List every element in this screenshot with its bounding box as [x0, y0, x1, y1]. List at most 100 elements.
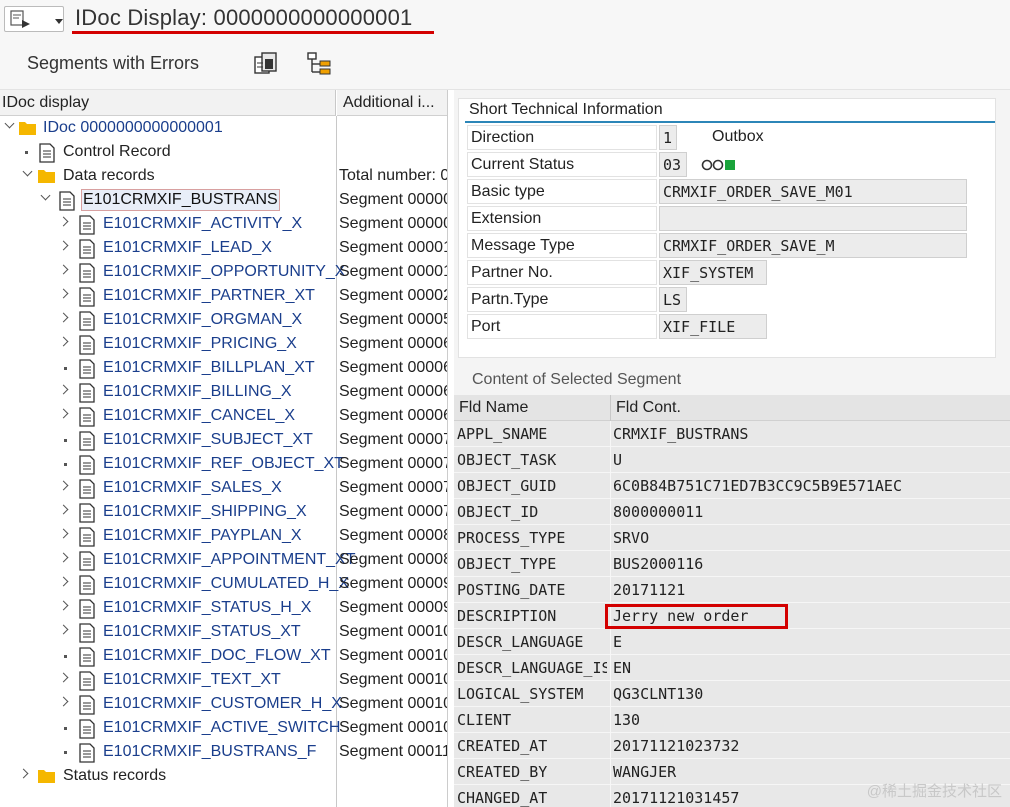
segment-info: Segment 000020: [339, 287, 447, 304]
short-info-value[interactable]: XIF_FILE: [659, 314, 767, 339]
segment-field-row[interactable]: DESCRIPTION Jerry new order: [454, 603, 1010, 629]
chevron-right-icon[interactable]: [58, 600, 69, 611]
chevron-down-icon[interactable]: [40, 190, 51, 201]
field-name: DESCR_LANGUAGE: [457, 633, 584, 651]
fld-cont-header[interactable]: Fld Cont.: [616, 395, 681, 421]
segment-label: E101CRMXIF_CANCEL_X: [103, 407, 296, 424]
tree-row-segment[interactable]: E101CRMXIF_REF_OBJECT_XTSegment 000071: [0, 452, 447, 476]
short-info-value[interactable]: 1: [659, 125, 677, 150]
chevron-right-icon[interactable]: [58, 480, 69, 491]
segment-field-row[interactable]: OBJECT_TASK U: [454, 447, 1010, 473]
short-info-value[interactable]: CRMXIF_ORDER_SAVE_M01: [659, 179, 967, 204]
segment-info: Segment 000110: [339, 743, 448, 760]
chevron-down-icon[interactable]: [4, 118, 15, 129]
chevron-right-icon[interactable]: [58, 504, 69, 515]
tree-row-segment[interactable]: E101CRMXIF_DOC_FLOW_XT Segment 000101: [0, 644, 447, 668]
tree-row-segment[interactable]: E101CRMXIF_BILLING_X Segment 000062: [0, 380, 447, 404]
segment-field-row[interactable]: POSTING_DATE 20171121: [454, 577, 1010, 603]
segment-field-row[interactable]: OBJECT_GUID 6C0B84B751C71ED7B3CC9C5B9E571…: [454, 473, 1010, 499]
chevron-right-icon[interactable]: [58, 384, 69, 395]
chevron-right-icon[interactable]: [58, 696, 69, 707]
segment-field-row[interactable]: DESCR_LANGUAGE E: [454, 629, 1010, 655]
additional-info-column-header[interactable]: Additional i...: [337, 90, 447, 116]
tree-row-segment[interactable]: E101CRMXIF_ACTIVITY_X Segment 000002: [0, 212, 447, 236]
segment-field-row[interactable]: CREATED_AT 20171121023732: [454, 733, 1010, 759]
tree-row-segment[interactable]: E101CRMXIF_CUMULATED_H_XSegment 000090: [0, 572, 447, 596]
chevron-right-icon[interactable]: [58, 408, 69, 419]
chevron-right-icon[interactable]: [58, 336, 69, 347]
chevron-right-icon[interactable]: [18, 768, 29, 779]
tree-row-segment[interactable]: E101CRMXIF_PAYPLAN_X Segment 000080: [0, 524, 447, 548]
field-value: U: [613, 451, 623, 469]
tree-row-segment[interactable]: E101CRMXIF_ACTIVE_SWITCHSegment 000104: [0, 716, 447, 740]
short-info-value[interactable]: 03: [659, 152, 687, 177]
field-name: POSTING_DATE: [457, 581, 566, 599]
segment-field-row[interactable]: OBJECT_ID 8000000011: [454, 499, 1010, 525]
tree-bustrans-label[interactable]: E101CRMXIF_BUSTRANS: [81, 189, 280, 211]
document-icon: [79, 671, 95, 691]
fld-name-header[interactable]: Fld Name: [459, 395, 528, 421]
tree-row-segment[interactable]: E101CRMXIF_BUSTRANS_F Segment 000110: [0, 740, 448, 764]
tree-column-header[interactable]: IDoc display: [0, 90, 336, 116]
tree-row-segment[interactable]: E101CRMXIF_PRICING_X Segment 000060: [0, 332, 447, 356]
tree-row-segment[interactable]: E101CRMXIF_LEAD_X Segment 000010: [0, 236, 447, 260]
document-icon: [79, 335, 95, 355]
tree-row-segment[interactable]: E101CRMXIF_STATUS_H_X Segment 000095: [0, 596, 447, 620]
tree-row-segment[interactable]: E101CRMXIF_CANCEL_X Segment 000065: [0, 404, 447, 428]
tree-row-control-record[interactable]: Control Record: [0, 140, 447, 164]
short-info-value[interactable]: LS: [659, 287, 687, 312]
technical-info-icon[interactable]: [253, 51, 281, 77]
chevron-right-icon[interactable]: [58, 240, 69, 251]
tree-row-segment[interactable]: E101CRMXIF_SHIPPING_X Segment 000075: [0, 500, 447, 524]
segment-info: Segment 000100: [339, 623, 447, 640]
chevron-right-icon[interactable]: [58, 264, 69, 275]
tree-row-root[interactable]: IDoc 0000000000000001: [0, 116, 447, 140]
segment-field-row[interactable]: CLIENT 130: [454, 707, 1010, 733]
menu-button[interactable]: [4, 6, 64, 32]
chevron-right-icon[interactable]: [58, 312, 69, 323]
segment-field-row[interactable]: APPL_SNAME CRMXIF_BUSTRANS: [454, 421, 1010, 447]
chevron-right-icon[interactable]: [58, 624, 69, 635]
short-info-value[interactable]: CRMXIF_ORDER_SAVE_M: [659, 233, 967, 258]
short-info-value[interactable]: [659, 206, 967, 231]
tree-row-segment[interactable]: E101CRMXIF_BILLPLAN_XT Segment 000061: [0, 356, 447, 380]
segments-with-errors-button[interactable]: Segments with Errors: [27, 53, 199, 74]
short-info-label: Port: [467, 314, 657, 339]
document-icon: [79, 503, 95, 523]
tree-row-status-records[interactable]: Status records: [0, 764, 447, 788]
tree-row-bustrans[interactable]: E101CRMXIF_BUSTRANS Segment 000001: [0, 188, 447, 212]
segment-field-row[interactable]: LOGICAL_SYSTEM QG3CLNT130: [454, 681, 1010, 707]
chevron-right-icon[interactable]: [58, 672, 69, 683]
tree-bullet: [64, 463, 67, 466]
segment-field-row[interactable]: PROCESS_TYPE SRVO: [454, 525, 1010, 551]
tree-row-segment[interactable]: E101CRMXIF_SALES_X Segment 000072: [0, 476, 447, 500]
tree-row-segment[interactable]: E101CRMXIF_OPPORTUNITY_XSegment 000015: [0, 260, 447, 284]
chevron-right-icon[interactable]: [58, 288, 69, 299]
chevron-right-icon[interactable]: [58, 528, 69, 539]
tree-row-data-records[interactable]: Data records Total number: 0: [0, 164, 448, 188]
segment-field-row[interactable]: DESCR_LANGUAGE_ISO EN: [454, 655, 1010, 681]
segment-info: Segment 000072: [339, 479, 447, 496]
segment-field-row[interactable]: OBJECT_TYPE BUS2000116: [454, 551, 1010, 577]
document-icon: [79, 311, 95, 331]
tree-data-records-label: Data records: [63, 167, 155, 184]
short-info-value[interactable]: XIF_SYSTEM: [659, 260, 767, 285]
chevron-right-icon[interactable]: [58, 576, 69, 587]
hierarchy-icon[interactable]: [306, 51, 334, 77]
tree-row-segment[interactable]: E101CRMXIF_SUBJECT_XT Segment 000070: [0, 428, 447, 452]
chevron-right-icon[interactable]: [58, 552, 69, 563]
tree-row-segment[interactable]: E101CRMXIF_PARTNER_XT Segment 000020: [0, 284, 447, 308]
field-value: EN: [613, 659, 632, 677]
segment-info: Segment 000075: [339, 503, 447, 520]
segment-info: Segment 000080: [339, 527, 447, 544]
chevron-down-icon[interactable]: [22, 166, 33, 177]
tree-row-segment[interactable]: E101CRMXIF_CUSTOMER_H_XSegment 000103: [0, 692, 447, 716]
tree-row-segment[interactable]: E101CRMXIF_ORGMAN_X Segment 000050: [0, 308, 447, 332]
tree-row-segment[interactable]: E101CRMXIF_TEXT_XT Segment 000102: [0, 668, 447, 692]
tree-row-segment[interactable]: E101CRMXIF_STATUS_XT Segment 000100: [0, 620, 447, 644]
chevron-right-icon[interactable]: [58, 216, 69, 227]
menu-icon: [10, 10, 30, 28]
grid-header: Fld Name Fld Cont.: [454, 395, 1010, 421]
tree-data-records-info: Total number: 0: [339, 167, 448, 184]
tree-row-segment[interactable]: E101CRMXIF_APPOINTMENT_XTSegment 000085: [0, 548, 447, 572]
